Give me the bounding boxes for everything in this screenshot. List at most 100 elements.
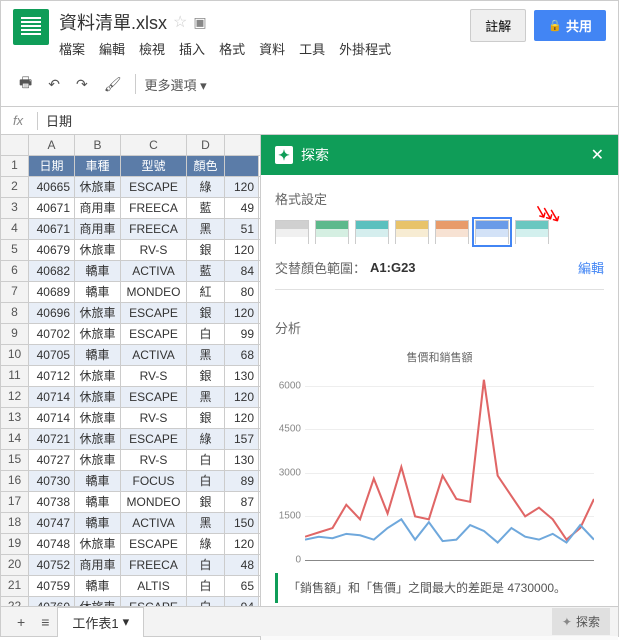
color-swatch-6[interactable] [515,220,549,244]
cell[interactable]: ESCAPE [121,324,187,344]
cell[interactable]: 40721 [29,429,75,449]
menu-2[interactable]: 檢視 [139,39,165,58]
cell[interactable]: 藍 [187,261,225,281]
row-header-12[interactable]: 12 [1,387,29,407]
row-header-21[interactable]: 21 [1,576,29,596]
row-header-15[interactable]: 15 [1,450,29,470]
cell[interactable]: 40702 [29,324,75,344]
color-swatch-0[interactable] [275,220,309,244]
row-header-7[interactable]: 7 [1,282,29,302]
row-header-2[interactable]: 2 [1,177,29,197]
cell[interactable]: 日期 [29,156,75,176]
share-button[interactable]: 🔒共用 [534,10,606,41]
row-header-10[interactable]: 10 [1,345,29,365]
cell[interactable]: 休旅車 [75,387,121,407]
edit-link[interactable]: 編輯 [578,258,604,277]
cell[interactable]: 車種 [75,156,121,176]
formula-bar[interactable]: fx 日期 [1,107,618,135]
cell[interactable]: 銀 [187,303,225,323]
cell[interactable]: 120 [225,408,259,428]
cell[interactable]: ACTIVA [121,513,187,533]
cell[interactable]: 84 [225,261,259,281]
cell[interactable]: 黑 [187,219,225,239]
cell[interactable]: 商用車 [75,198,121,218]
row-header-1[interactable]: 1 [1,156,29,176]
cell[interactable]: 40759 [29,576,75,596]
cell[interactable]: 黑 [187,345,225,365]
row-header-16[interactable]: 16 [1,471,29,491]
cell[interactable]: 40671 [29,219,75,239]
cell[interactable]: 40679 [29,240,75,260]
cell[interactable]: 白 [187,576,225,596]
cell[interactable]: 99 [225,324,259,344]
cell[interactable]: FREECA [121,198,187,218]
cell[interactable]: 休旅車 [75,324,121,344]
cell[interactable]: 120 [225,177,259,197]
cell[interactable]: 40714 [29,408,75,428]
cell[interactable]: 轎車 [75,471,121,491]
cell[interactable]: 紅 [187,282,225,302]
folder-icon[interactable]: ▣ [193,14,206,31]
row-header-20[interactable]: 20 [1,555,29,575]
cell[interactable]: 120 [225,240,259,260]
cell[interactable]: 120 [225,303,259,323]
cell[interactable]: 157 [225,429,259,449]
sheet-tab[interactable]: 工作表1▾ [57,607,144,637]
add-sheet-button[interactable]: + [9,610,33,634]
select-all-corner[interactable] [1,135,29,155]
row-header-6[interactable]: 6 [1,261,29,281]
cell[interactable]: 130 [225,366,259,386]
cell[interactable]: 銀 [187,366,225,386]
cell[interactable]: 白 [187,555,225,575]
cell[interactable]: 40665 [29,177,75,197]
cell[interactable]: 休旅車 [75,366,121,386]
cell[interactable]: ESCAPE [121,387,187,407]
cell[interactable]: 白 [187,450,225,470]
cell[interactable]: 65 [225,576,259,596]
color-swatch-5[interactable] [475,220,509,244]
cell[interactable]: 150 [225,513,259,533]
cell[interactable]: FOCUS [121,471,187,491]
cell[interactable]: 休旅車 [75,429,121,449]
cell[interactable]: 48 [225,555,259,575]
menu-4[interactable]: 格式 [219,39,245,58]
color-swatch-3[interactable] [395,220,429,244]
cell[interactable]: RV-S [121,240,187,260]
close-icon[interactable]: ✕ [591,145,604,165]
cell[interactable]: 黑 [187,387,225,407]
cell[interactable]: 轎車 [75,261,121,281]
doc-title[interactable]: 資料清單.xlsx [59,9,167,35]
cell[interactable]: RV-S [121,366,187,386]
cell[interactable]: 休旅車 [75,534,121,554]
cell[interactable]: 40738 [29,492,75,512]
cell[interactable]: 綠 [187,177,225,197]
cell[interactable]: 轎車 [75,282,121,302]
cell[interactable]: 休旅車 [75,240,121,260]
cell[interactable]: 40727 [29,450,75,470]
row-header-5[interactable]: 5 [1,240,29,260]
cell[interactable]: ALTIS [121,576,187,596]
cell[interactable]: 120 [225,534,259,554]
cell[interactable]: 40748 [29,534,75,554]
cell[interactable]: 休旅車 [75,303,121,323]
cell[interactable]: 40747 [29,513,75,533]
cell[interactable]: 白 [187,471,225,491]
cell[interactable]: 40696 [29,303,75,323]
cell[interactable]: 綠 [187,534,225,554]
cell[interactable]: 40730 [29,471,75,491]
cell[interactable]: 型號 [121,156,187,176]
color-swatch-4[interactable] [435,220,469,244]
cell[interactable]: RV-S [121,450,187,470]
cell[interactable]: 120 [225,387,259,407]
color-swatch-2[interactable] [355,220,389,244]
cell[interactable]: 40671 [29,198,75,218]
comment-button[interactable]: 註解 [470,9,526,42]
cell[interactable]: 40682 [29,261,75,281]
cell[interactable]: 商用車 [75,555,121,575]
star-icon[interactable]: ☆ [173,12,187,32]
explore-button[interactable]: ✦探索 [552,608,610,635]
menu-7[interactable]: 外掛程式 [339,39,391,58]
cell[interactable]: MONDEO [121,282,187,302]
more-options[interactable]: 更多選項 ▾ [144,75,206,94]
cell[interactable]: 休旅車 [75,408,121,428]
